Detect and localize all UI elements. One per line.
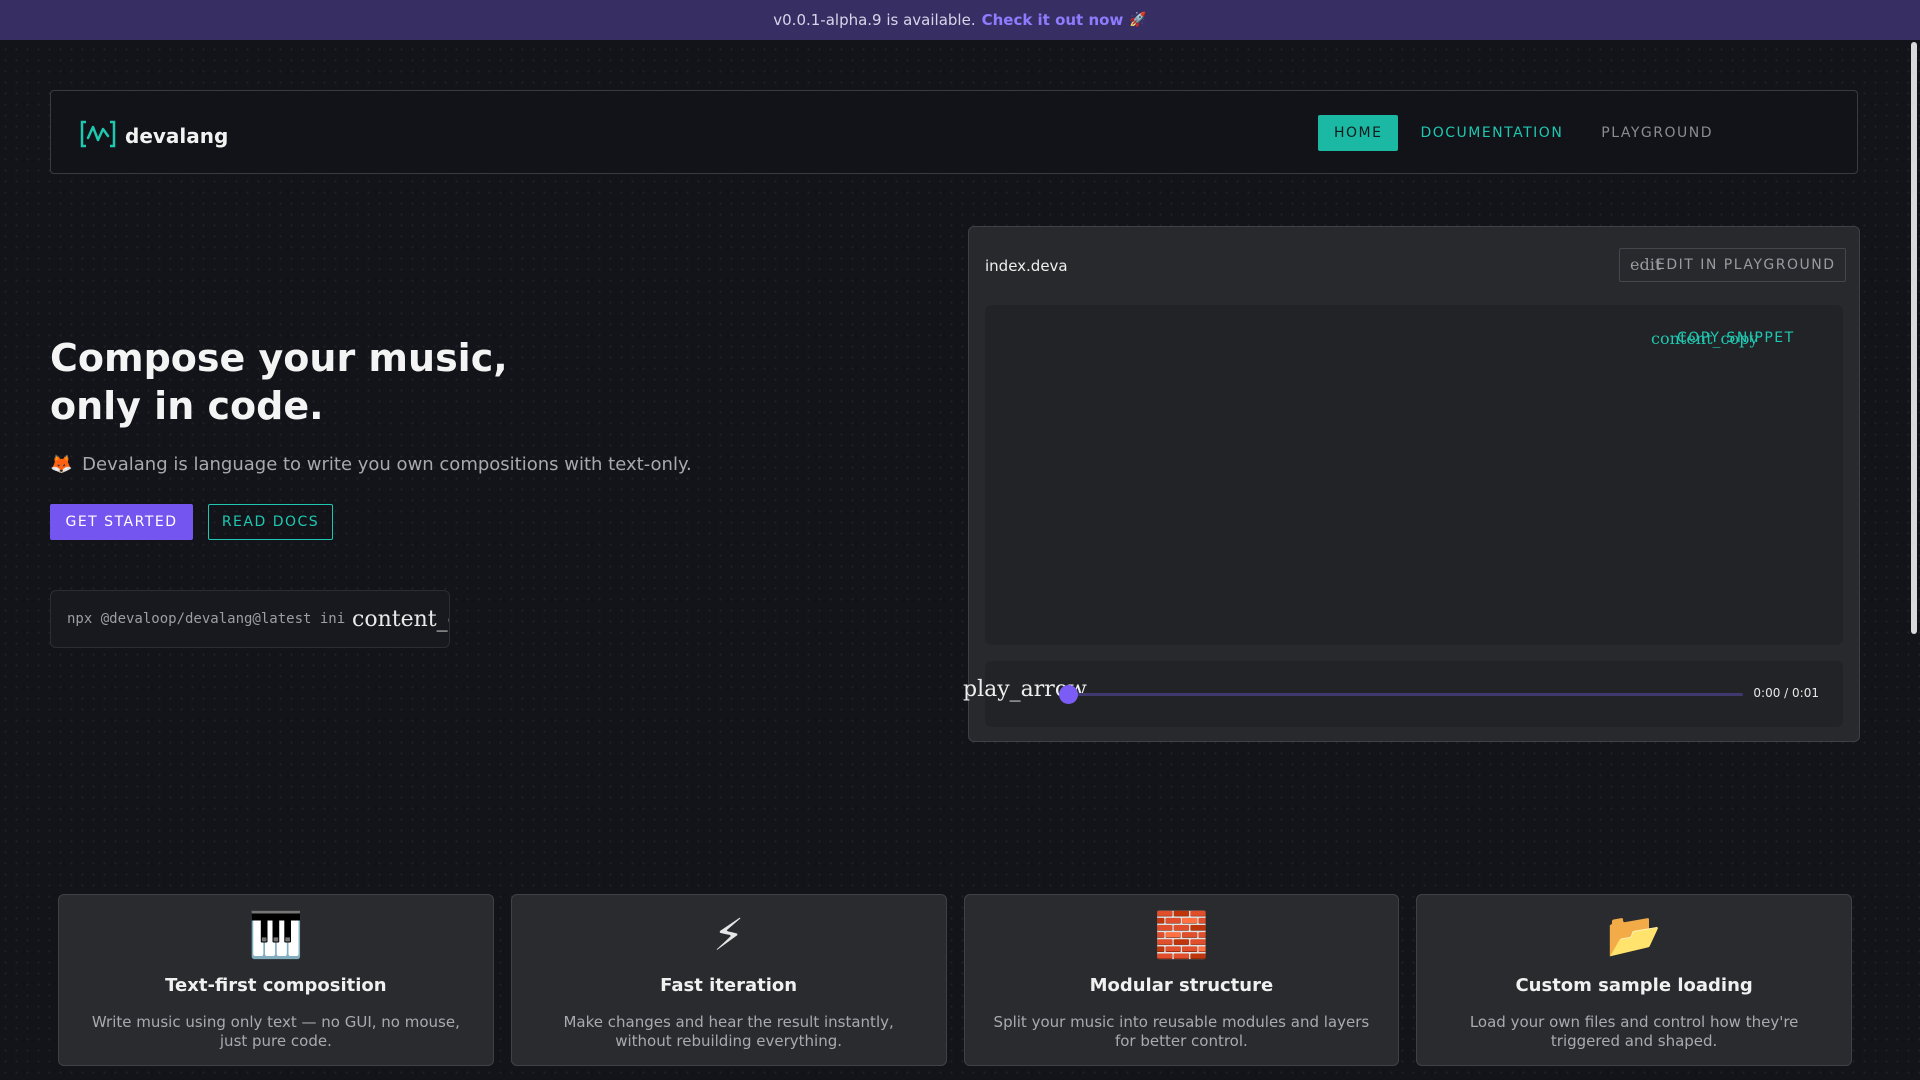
copy-snippet-button[interactable]: content_copy COPY SNIPPET [1651,329,1821,351]
announcement-text: v0.0.1-alpha.9 is available. [773,11,976,29]
folder-icon: 📂 [1606,910,1662,961]
code-editor-panel: index.deva edit EDIT IN PLAYGROUND conte… [963,226,1860,742]
brand-logo[interactable]: devalang [79,119,228,153]
edit-in-playground-button[interactable]: edit EDIT IN PLAYGROUND [1619,248,1846,282]
announcement-banner: v0.0.1-alpha.9 is available. Check it ou… [0,0,1920,40]
feature-card-text-first: 🎹 Text-first composition Write music usi… [58,894,494,1066]
main-nav: HOME DOCUMENTATION PLAYGROUND [1312,115,1729,151]
page-scrollbar[interactable] [1908,40,1920,1080]
progress-thumb[interactable] [1059,685,1078,704]
hero-subtitle-text: Devalang is language to write you own co… [82,454,692,475]
scrollbar-thumb[interactable] [1911,42,1917,634]
install-command-box: npx @devaloop/devalang@latest init conte… [50,590,450,648]
code-area[interactable]: content_copy COPY SNIPPET [985,305,1843,645]
brand-name: devalang [125,124,229,148]
copy-snippet-label: COPY SNIPPET [1677,330,1795,346]
feature-title: Fast iteration [660,975,798,996]
bricks-icon: 🧱 [1153,910,1209,961]
audio-player: play_arrow 0:00 / 0:01 [963,661,1843,727]
feature-title: Text-first composition [165,975,387,996]
feature-description: Load your own files and control how they… [1469,1013,1799,1050]
waveform-logo-icon [79,119,117,153]
nav-documentation[interactable]: DOCUMENTATION [1404,115,1579,151]
feature-cards: 🎹 Text-first composition Write music usi… [58,894,1852,1066]
hero-title-line-2: only in code. [50,384,324,428]
editor-filename: index.deva [985,257,1068,275]
edit-in-playground-label: EDIT IN PLAYGROUND [1656,257,1836,273]
feature-description: Make changes and hear the result instant… [563,1013,894,1050]
progress-track[interactable] [1067,693,1743,696]
feature-card-custom-samples: 📂 Custom sample loading Load your own fi… [1416,894,1852,1066]
rocket-icon: 🚀 [1129,12,1147,28]
fox-icon: 🦊 [50,454,73,475]
hero-title: Compose your music, only in code. [50,334,508,430]
piano-icon: 🎹 [248,910,304,961]
hero-title-line-1: Compose your music, [50,336,508,380]
announcement-link[interactable]: Check it out now [982,11,1124,29]
feature-description: Split your music into reusable modules a… [993,1013,1370,1050]
nav-home[interactable]: HOME [1317,115,1399,151]
install-command: npx @devaloop/devalang@latest init [67,611,354,627]
feature-title: Custom sample loading [1515,975,1753,996]
lightning-icon: ⚡ [713,910,745,961]
top-navbar: devalang HOME DOCUMENTATION PLAYGROUND [50,90,1858,174]
get-started-button[interactable]: GET STARTED [50,504,193,540]
feature-card-fast-iteration: ⚡ Fast iteration Make changes and hear t… [510,894,947,1066]
copy-command-icon[interactable]: content_copy [346,603,449,637]
read-docs-button[interactable]: READ DOCS [208,504,333,540]
feature-description: Write music using only text — no GUI, no… [91,1013,460,1050]
hero-subtitle: 🦊 Devalang is language to write you own … [50,454,692,475]
player-time: 0:00 / 0:01 [1753,686,1819,700]
feature-title: Modular structure [1089,975,1274,996]
feature-card-modular: 🧱 Modular structure Split your music int… [963,894,1400,1066]
nav-playground[interactable]: PLAYGROUND [1585,115,1729,151]
